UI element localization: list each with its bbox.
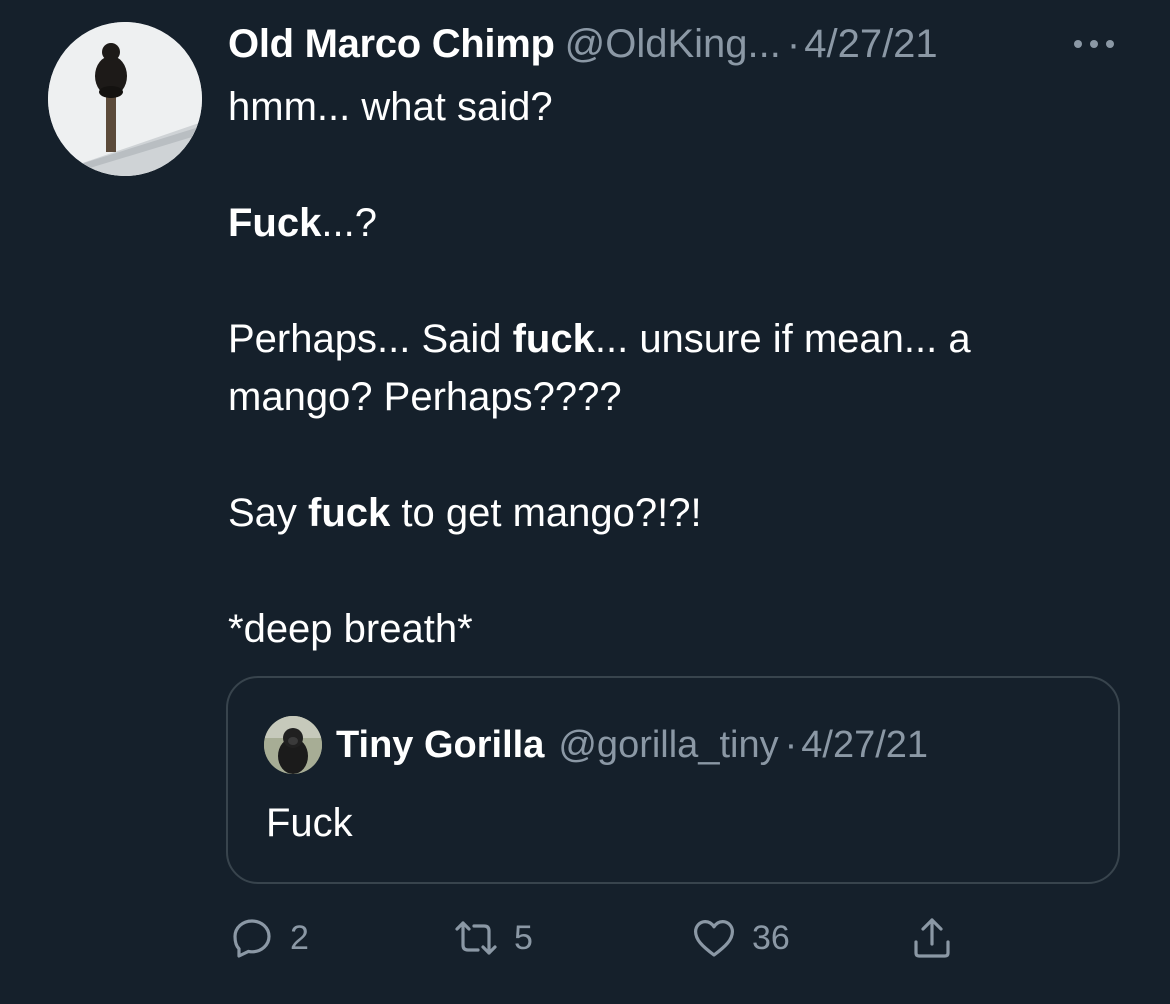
heart-icon — [694, 920, 734, 957]
tweet-line-5-b: to get mango?!?! — [390, 491, 702, 535]
quoted-author-handle: @gorilla_tiny — [558, 724, 779, 766]
like-button[interactable]: 36 — [690, 900, 790, 976]
quoted-tweet-timestamp: 4/27/21 — [801, 724, 929, 766]
author-display-name[interactable]: Old Marco Chimp — [228, 18, 555, 70]
tweet-actions: 2 5 36 — [0, 900, 1170, 976]
tweet-line-2: Fuck...? — [228, 194, 1108, 252]
tweet-line-3-a: Perhaps... Said — [228, 317, 513, 361]
author-avatar[interactable] — [48, 22, 202, 176]
tweet-line-3: Perhaps... Said fuck... unsure if mean..… — [228, 310, 1108, 368]
more-options-button[interactable] — [1072, 34, 1116, 54]
tweet-line-6: *deep breath* — [228, 607, 473, 651]
quoted-tweet[interactable]: Tiny Gorilla @gorilla_tiny · 4/27/21 Fuc… — [226, 676, 1120, 884]
author-handle[interactable]: @OldKing... — [565, 18, 781, 70]
retweet-icon — [455, 921, 497, 955]
tweet-line-2-rest: ...? — [321, 201, 377, 245]
share-icon — [914, 918, 950, 958]
tweet-line-5: Say fuck to get mango?!?! — [228, 484, 1108, 542]
gorilla-avatar — [264, 716, 322, 774]
reply-button[interactable]: 2 — [228, 900, 309, 976]
tweet-line-4: mango? Perhaps???? — [228, 375, 622, 419]
quoted-header-separator: · — [784, 724, 798, 766]
share-button[interactable] — [908, 900, 956, 976]
tweet-line-1: hmm... what said? — [228, 85, 553, 129]
quoted-tweet-header: Tiny Gorilla @gorilla_tiny · 4/27/21 — [264, 716, 928, 774]
tweet-text: hmm... what said? Fuck...? Perhaps... Sa… — [228, 78, 1108, 658]
tweet-timestamp[interactable]: 4/27/21 — [804, 18, 937, 70]
quoted-author-avatar[interactable] — [264, 716, 322, 774]
tweet-line-5-a: Say — [228, 491, 309, 535]
reply-count: 2 — [290, 918, 309, 957]
quoted-author-display-name: Tiny Gorilla — [336, 724, 545, 766]
bold-word: fuck — [308, 491, 391, 535]
bold-word: fuck — [512, 317, 595, 361]
header-separator: · — [786, 22, 801, 66]
quoted-tweet-text: Fuck — [266, 801, 353, 845]
tweet-header: Old Marco Chimp @OldKing... · 4/27/21 — [228, 18, 938, 70]
retweet-button[interactable]: 5 — [452, 900, 533, 976]
tweet-line-3-b: ... unsure if mean... a — [594, 317, 971, 361]
more-horizontal-icon — [1074, 40, 1114, 48]
chimp-on-pole-avatar — [48, 22, 202, 176]
reply-icon — [233, 919, 271, 958]
retweet-count: 5 — [514, 918, 533, 957]
like-count: 36 — [752, 918, 790, 957]
tweet[interactable]: Old Marco Chimp @OldKing... · 4/27/21 hm… — [0, 0, 1170, 1004]
bold-word: Fuck — [228, 201, 322, 245]
